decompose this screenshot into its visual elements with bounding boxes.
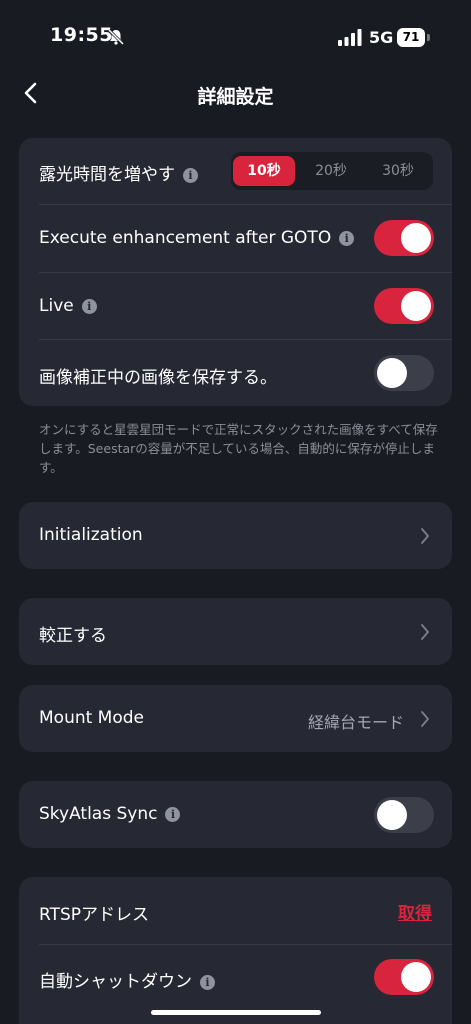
exposure-row: 露光時間を増やす i 10秒 20秒 30秒 [19,138,452,204]
rtsp-row: RTSPアドレス 取得 [19,877,452,944]
live-row: Live i [19,273,452,339]
chevron-right-icon [421,711,429,727]
exposure-option-30[interactable]: 30秒 [367,156,429,186]
shutdown-label: 自動シャットダウン [39,972,192,992]
mount-mode-value: 経緯台モード [307,713,404,732]
home-indicator[interactable] [151,1010,321,1015]
enhance-toggle[interactable] [374,220,434,256]
network-label: 5G [369,28,394,47]
save-images-note: オンにすると星雲星団モードで正常にスタックされた画像をすべて保存します。Sees… [39,422,438,475]
rtsp-get-link[interactable]: 取得 [398,899,432,924]
rtsp-label: RTSPアドレス [39,905,150,925]
info-icon[interactable]: i [81,299,97,314]
save-images-toggle[interactable] [374,355,434,391]
chevron-right-icon [421,624,429,640]
initialization-label: Initialization [39,525,143,545]
info-icon[interactable]: i [200,975,215,990]
signal-icon [338,29,362,46]
skyatlas-toggle[interactable] [374,797,434,833]
exposure-option-10[interactable]: 10秒 [233,156,295,186]
shutdown-row: 自動シャットダウン i [19,945,452,1011]
exposure-segmented-control: 10秒 20秒 30秒 [231,152,433,190]
info-icon[interactable]: i [165,807,181,822]
status-time: 19:55 [50,24,113,46]
save-images-row: 画像補正中の画像を保存する。 [19,340,452,406]
battery-level: 71 [397,28,425,47]
calibrate-label: 較正する [39,626,107,646]
chevron-right-icon [421,528,429,544]
rtsp-shutdown-card: RTSPアドレス 取得 自動シャットダウン i [19,877,452,1024]
page-title: 詳細設定 [197,86,274,108]
shutdown-toggle[interactable] [374,959,434,995]
initialization-card[interactable]: Initialization [19,502,452,569]
battery-icon: 71 [397,28,431,47]
exposure-label: 露光時間を増やす [39,165,175,185]
mount-mode-card[interactable]: Mount Mode 経緯台モード [19,685,452,752]
enhance-row: Execute enhancement after GOTO i [19,205,452,271]
skyatlas-label: SkyAtlas Sync [39,804,158,824]
enhance-label: Execute enhancement after GOTO [39,228,332,248]
nav-bar: 詳細設定 [0,70,471,116]
calibrate-card[interactable]: 較正する [19,598,452,665]
skyatlas-card: SkyAtlas Sync i [19,781,452,848]
info-icon[interactable]: i [339,231,355,246]
bell-slash-icon [107,28,125,46]
exposure-option-20[interactable]: 20秒 [300,156,362,186]
status-bar: 19:55 5G 71 [0,0,471,70]
mount-mode-label: Mount Mode [39,708,145,728]
settings-card-main: 露光時間を増やす i 10秒 20秒 30秒 Execute enhancemen… [19,138,452,406]
live-label: Live [39,296,74,316]
info-icon[interactable]: i [183,168,198,183]
save-images-label: 画像補正中の画像を保存する。 [39,368,277,388]
live-toggle[interactable] [374,288,434,324]
